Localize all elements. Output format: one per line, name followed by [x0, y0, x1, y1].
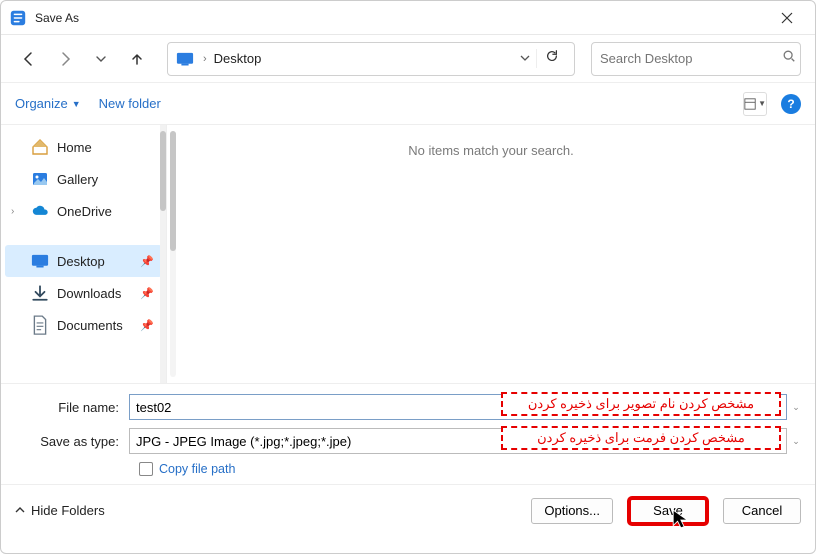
filetype-dropdown-button[interactable]: ⌄ [787, 436, 805, 447]
filename-label: File name: [11, 400, 129, 415]
search-box[interactable] [591, 42, 801, 76]
filetype-value: JPG - JPEG Image (*.jpg;*.jpeg;*.jpe) [136, 434, 351, 449]
content-scroll-thumb[interactable] [170, 131, 176, 251]
title-bar: Save As [1, 1, 815, 35]
forward-button[interactable] [51, 45, 79, 73]
cancel-button[interactable]: Cancel [723, 498, 801, 524]
pin-icon: 📌 [140, 287, 154, 300]
recent-locations-button[interactable] [87, 45, 115, 73]
address-dropdown[interactable] [514, 50, 536, 68]
gallery-icon [31, 170, 49, 188]
chevron-right-icon: › [200, 53, 210, 65]
filename-history-dropdown[interactable]: ⌄ [787, 402, 805, 413]
home-icon [31, 138, 49, 156]
chevron-up-icon [15, 503, 25, 518]
refresh-button[interactable] [536, 49, 566, 68]
body-area: Home Gallery › OneDrive Desktop 📌 Downlo… [1, 125, 815, 383]
desktop-icon [31, 252, 49, 270]
onedrive-icon [31, 202, 49, 220]
up-button[interactable] [123, 45, 151, 73]
hide-folders-toggle[interactable]: Hide Folders [15, 503, 105, 518]
annotation-filename: مشخص کردن نام تصویر برای ذخیره کردن [501, 392, 781, 416]
sidebar-item-label: Desktop [57, 254, 105, 269]
sidebar-item-downloads[interactable]: Downloads 📌 [5, 277, 162, 309]
sidebar-item-desktop[interactable]: Desktop 📌 [5, 245, 162, 277]
file-list-area: No items match your search. [166, 125, 815, 383]
sidebar-item-label: Downloads [57, 286, 121, 301]
pin-icon: 📌 [140, 319, 154, 332]
search-input[interactable] [600, 51, 776, 66]
address-bar[interactable]: › Desktop [167, 42, 575, 76]
nav-bar: › Desktop [1, 35, 815, 83]
sidebar-item-label: OneDrive [57, 204, 112, 219]
downloads-icon [31, 284, 49, 302]
annotation-filetype: مشخص کردن فرمت برای ذخیره کردن [501, 426, 781, 450]
desktop-icon [176, 52, 194, 66]
sidebar-item-label: Gallery [57, 172, 98, 187]
new-folder-button[interactable]: New folder [99, 96, 161, 111]
options-button[interactable]: Options... [531, 498, 613, 524]
toolbar: Organize▼ New folder ▼ ? [1, 83, 815, 125]
filetype-label: Save as type: [11, 434, 129, 449]
sidebar-item-documents[interactable]: Documents 📌 [5, 309, 162, 341]
form-area: File name: مشخص کردن نام تصویر برای ذخیر… [1, 383, 815, 484]
documents-icon [31, 316, 49, 334]
sidebar: Home Gallery › OneDrive Desktop 📌 Downlo… [1, 125, 166, 383]
close-button[interactable] [767, 4, 807, 32]
cursor-icon [671, 508, 693, 530]
breadcrumb-desktop[interactable]: Desktop [210, 51, 266, 66]
view-button[interactable]: ▼ [743, 92, 767, 116]
window-title: Save As [35, 11, 79, 25]
sidebar-item-gallery[interactable]: Gallery [5, 163, 162, 195]
help-button[interactable]: ? [781, 94, 801, 114]
sidebar-item-onedrive[interactable]: › OneDrive [5, 195, 162, 227]
organize-menu[interactable]: Organize▼ [15, 96, 81, 111]
pin-icon: 📌 [140, 255, 154, 268]
sidebar-item-label: Documents [57, 318, 123, 333]
footer: Hide Folders Options... Save Cancel [1, 484, 815, 536]
copy-file-path-label: Copy file path [159, 462, 235, 476]
sidebar-item-label: Home [57, 140, 92, 155]
copy-file-path-checkbox[interactable] [139, 462, 153, 476]
back-button[interactable] [15, 45, 43, 73]
empty-message: No items match your search. [408, 143, 573, 158]
save-button[interactable]: Save [629, 498, 707, 524]
sidebar-item-home[interactable]: Home [5, 131, 162, 163]
app-icon [9, 9, 27, 27]
search-icon [782, 49, 796, 68]
chevron-right-icon[interactable]: › [11, 206, 14, 217]
